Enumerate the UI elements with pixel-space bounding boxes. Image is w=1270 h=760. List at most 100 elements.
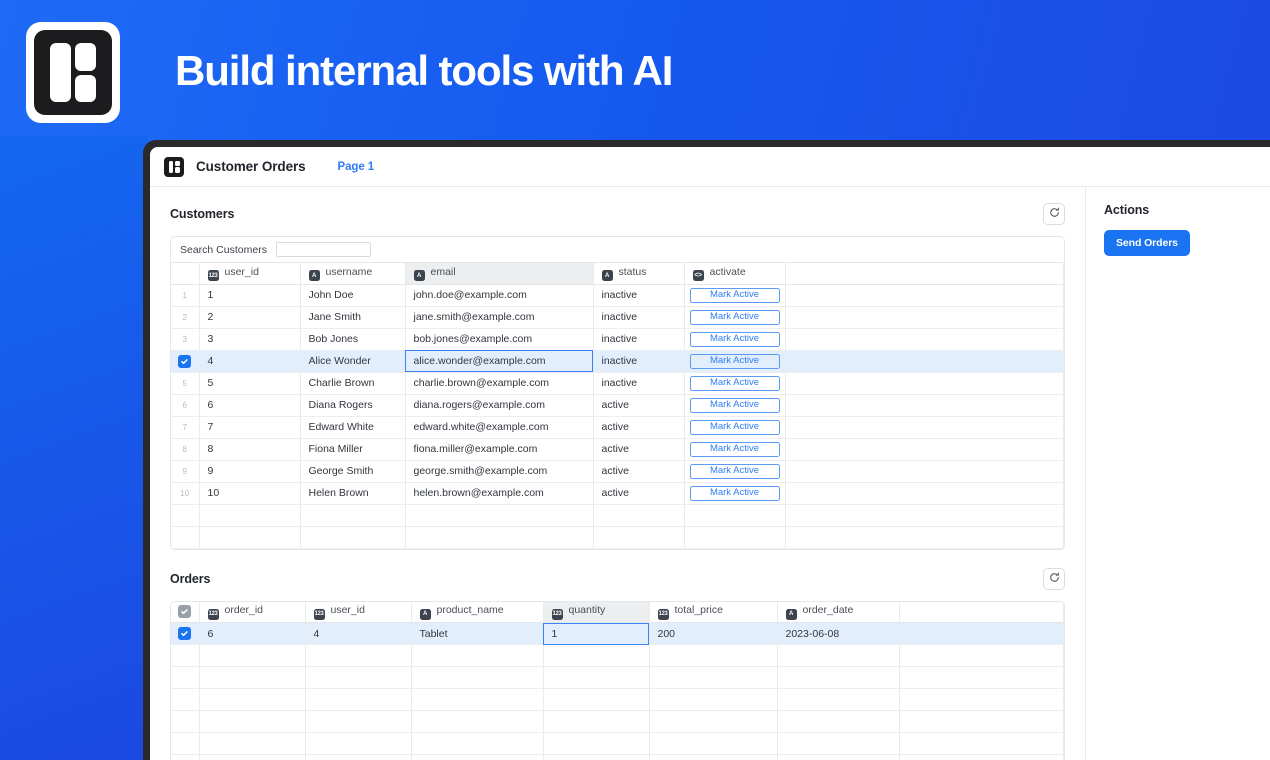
table-row[interactable]: 4 Alice Wonder alice.wonder@example.com ina…: [171, 350, 1064, 373]
cell-user-id[interactable]: 10: [199, 482, 301, 505]
mark-active-button[interactable]: Mark Active: [689, 441, 780, 457]
col-header-username[interactable]: Ausername: [300, 263, 406, 285]
cell-username[interactable]: Edward White: [300, 416, 406, 439]
col-header-email[interactable]: Aemail: [405, 263, 594, 285]
mark-active-button[interactable]: Mark Active: [689, 331, 780, 347]
col-header-activate[interactable]: <> activate: [684, 263, 786, 285]
cell-user-id[interactable]: 1: [199, 284, 301, 307]
cell-activate[interactable]: Mark Active: [684, 372, 786, 395]
cell-activate[interactable]: Mark Active: [684, 438, 786, 461]
search-input[interactable]: [275, 242, 371, 257]
cell-status[interactable]: inactive: [593, 328, 685, 351]
cell-order-id[interactable]: 6: [199, 622, 306, 645]
mark-active-button[interactable]: Mark Active: [689, 419, 780, 435]
table-row[interactable]: 9 9 George Smith george.smith@example.com ac…: [171, 460, 1064, 483]
cell-product-name[interactable]: Tablet: [411, 622, 544, 645]
row-selector[interactable]: 8: [171, 438, 200, 461]
table-row[interactable]: 8 8 Fiona Miller fiona.miller@example.com ac…: [171, 438, 1064, 461]
mark-active-button[interactable]: Mark Active: [689, 463, 780, 479]
mark-active-button[interactable]: Mark Active: [689, 287, 780, 303]
row-selector[interactable]: 6: [171, 394, 200, 417]
table-row[interactable]: 6 4 Tablet 1 200 2023-06-08: [171, 622, 1064, 645]
row-selector[interactable]: 7: [171, 416, 200, 439]
cell-status[interactable]: active: [593, 394, 685, 417]
cell-status[interactable]: inactive: [593, 372, 685, 395]
cell-email[interactable]: helen.brown@example.com: [405, 482, 594, 505]
cell-status[interactable]: active: [593, 460, 685, 483]
send-orders-button[interactable]: Send Orders: [1104, 230, 1190, 256]
cell-user-id[interactable]: 4: [199, 350, 301, 373]
cell-user-id[interactable]: 8: [199, 438, 301, 461]
cell-user-id[interactable]: 2: [199, 306, 301, 329]
cell-username[interactable]: Helen Brown: [300, 482, 406, 505]
select-all-header[interactable]: [171, 601, 200, 623]
mark-active-button[interactable]: Mark Active: [689, 353, 780, 369]
cell-user-id[interactable]: 7: [199, 416, 301, 439]
cell-username[interactable]: Bob Jones: [300, 328, 406, 351]
row-selector[interactable]: 9: [171, 460, 200, 483]
table-row[interactable]: 6 6 Diana Rogers diana.rogers@example.com ac…: [171, 394, 1064, 417]
row-selector[interactable]: 3: [171, 328, 200, 351]
cell-email[interactable]: diana.rogers@example.com: [405, 394, 594, 417]
cell-status[interactable]: inactive: [593, 306, 685, 329]
cell-status[interactable]: inactive: [593, 350, 685, 373]
row-selector[interactable]: [171, 622, 200, 645]
cell-email[interactable]: john.doe@example.com: [405, 284, 594, 307]
cell-username[interactable]: Diana Rogers: [300, 394, 406, 417]
table-row[interactable]: 7 7 Edward White edward.white@example.com ac…: [171, 416, 1064, 439]
table-row[interactable]: 3 3 Bob Jones bob.jones@example.com inactive…: [171, 328, 1064, 351]
table-row[interactable]: 1 1 John Doe john.doe@example.com inactive Ma…: [171, 284, 1064, 307]
cell-quantity[interactable]: 1: [543, 622, 650, 645]
cell-status[interactable]: inactive: [593, 284, 685, 307]
cell-username[interactable]: John Doe: [300, 284, 406, 307]
row-selector[interactable]: 2: [171, 306, 200, 329]
col-header-user-id[interactable]: 123 user_id: [199, 263, 301, 285]
customers-refresh-button[interactable]: [1043, 203, 1065, 225]
mark-active-button[interactable]: Mark Active: [689, 375, 780, 391]
select-all-checkbox[interactable]: [178, 605, 192, 619]
cell-username[interactable]: George Smith: [300, 460, 406, 483]
table-row[interactable]: 10 10 Helen Brown helen.brown@example.com ac…: [171, 482, 1064, 505]
cell-username[interactable]: Fiona Miller: [300, 438, 406, 461]
cell-status[interactable]: active: [593, 416, 685, 439]
cell-username[interactable]: Jane Smith: [300, 306, 406, 329]
cell-status[interactable]: active: [593, 438, 685, 461]
row-selector[interactable]: 1: [171, 284, 200, 307]
cell-email[interactable]: jane.smith@example.com: [405, 306, 594, 329]
cell-email[interactable]: charlie.brown@example.com: [405, 372, 594, 395]
cell-user-id[interactable]: 6: [199, 394, 301, 417]
row-checkbox-checked[interactable]: [178, 354, 192, 368]
cell-activate[interactable]: Mark Active: [684, 328, 786, 351]
col-header-status[interactable]: Astatus: [593, 263, 685, 285]
cell-user-id[interactable]: 4: [305, 622, 412, 645]
orders-refresh-button[interactable]: [1043, 567, 1065, 590]
cell-username[interactable]: Alice Wonder: [300, 350, 406, 373]
cell-email[interactable]: george.smith@example.com: [405, 460, 594, 483]
row-selector[interactable]: 10: [171, 482, 200, 505]
row-checkbox-checked[interactable]: [178, 627, 192, 640]
cell-activate[interactable]: Mark Active: [684, 416, 786, 439]
cell-activate[interactable]: Mark Active: [684, 482, 786, 505]
cell-order-date[interactable]: 2023-06-08: [777, 622, 900, 645]
cell-activate[interactable]: Mark Active: [684, 460, 786, 483]
cell-email[interactable]: edward.white@example.com: [405, 416, 594, 439]
row-selector[interactable]: [171, 350, 200, 373]
cell-activate[interactable]: Mark Active: [684, 284, 786, 307]
cell-email[interactable]: alice.wonder@example.com: [405, 350, 594, 373]
cell-activate[interactable]: Mark Active: [684, 306, 786, 329]
col-header-order-user-id[interactable]: 123 user_id: [305, 601, 412, 623]
table-row[interactable]: 5 5 Charlie Brown charlie.brown@example.com…: [171, 372, 1064, 395]
mark-active-button[interactable]: Mark Active: [689, 309, 780, 325]
col-header-quantity[interactable]: 123 quantity: [543, 601, 650, 623]
col-header-product-name[interactable]: Aproduct_name: [411, 601, 544, 623]
cell-activate[interactable]: Mark Active: [684, 350, 786, 373]
cell-total-price[interactable]: 200: [649, 622, 778, 645]
cell-status[interactable]: active: [593, 482, 685, 505]
cell-email[interactable]: bob.jones@example.com: [405, 328, 594, 351]
cell-username[interactable]: Charlie Brown: [300, 372, 406, 395]
cell-user-id[interactable]: 9: [199, 460, 301, 483]
mark-active-button[interactable]: Mark Active: [689, 397, 780, 413]
table-row[interactable]: 2 2 Jane Smith jane.smith@example.com inacti…: [171, 306, 1064, 329]
col-header-total-price[interactable]: 123 total_price: [649, 601, 778, 623]
cell-email[interactable]: fiona.miller@example.com: [405, 438, 594, 461]
